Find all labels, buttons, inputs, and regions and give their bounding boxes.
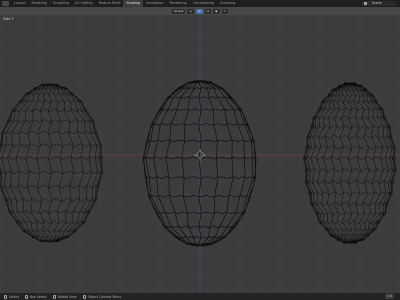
status-bar: Select Box Select Rotate View Object Con… <box>0 293 400 300</box>
blender-logo-icon[interactable] <box>2 1 9 6</box>
status-box-select-label: Box Select <box>29 294 47 299</box>
scene-selector[interactable]: Scene <box>362 1 396 6</box>
mouse-right-icon <box>82 294 86 299</box>
tab-modeling[interactable]: Modeling <box>29 0 50 7</box>
wireframe-path <box>302 82 397 245</box>
pivot-point-dropdown[interactable]: ◎ <box>187 8 195 14</box>
proportional-edit-toggle[interactable]: ◉ <box>213 8 220 14</box>
tab-uv-editing[interactable]: UV Editing <box>72 0 96 7</box>
tab-scripting[interactable]: Scripting <box>217 0 238 7</box>
snap-toggle[interactable]: ⊞ <box>196 8 203 14</box>
status-object-context-label: Object Context Menu <box>87 294 122 299</box>
orientation-label: Global <box>173 8 184 13</box>
proportional-falloff-dropdown[interactable]: ∿ <box>221 8 229 14</box>
scene-name: Scene <box>372 1 382 5</box>
top-menu-bar: Layout Modeling Sculpting UV Editing Texture… <box>0 0 400 7</box>
scene-icon <box>364 2 367 5</box>
status-select-label: Select <box>9 294 19 299</box>
viewport-header: Global ◎ ⊞ ⊡ ◉ ∿ <box>0 7 400 15</box>
mouse-left-icon <box>4 294 7 299</box>
snap-target-dropdown[interactable]: ⊡ <box>204 8 212 14</box>
mouse-middle-icon <box>52 294 56 299</box>
3d-viewport[interactable] <box>0 15 400 293</box>
tab-layout[interactable]: Layout <box>11 0 29 7</box>
status-box-select: Box Select <box>24 294 47 299</box>
workspace-tabs: Layout Modeling Sculpting UV Editing Texture… <box>11 0 238 7</box>
tab-compositing[interactable]: Compositing <box>190 0 217 7</box>
transform-orientation-dropdown[interactable]: Global <box>171 8 186 14</box>
status-version: 3.6 <box>384 294 394 299</box>
egg-mesh-right[interactable] <box>302 82 397 245</box>
status-select: Select <box>4 294 19 299</box>
tab-shading[interactable]: Shading <box>123 0 144 7</box>
tab-animation[interactable]: Animation <box>143 0 166 7</box>
tab-sculpting[interactable]: Sculpting <box>50 0 72 7</box>
wireframe-path <box>0 83 104 243</box>
egg-mesh-left[interactable] <box>0 83 104 243</box>
status-rotate-view: Rotate View <box>52 294 77 299</box>
mouse-drag-icon <box>24 294 28 299</box>
version-label: 3.6 <box>384 294 394 299</box>
tab-texture-paint[interactable]: Texture Paint <box>96 0 124 7</box>
tab-rendering[interactable]: Rendering <box>166 0 189 7</box>
status-object-context: Object Context Menu <box>82 294 122 299</box>
status-rotate-view-label: Rotate View <box>57 294 77 299</box>
